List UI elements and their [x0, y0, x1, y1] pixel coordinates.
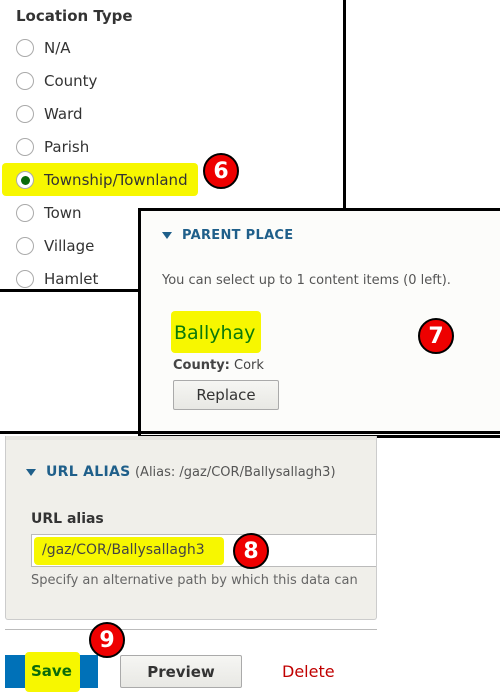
divider: [5, 629, 377, 630]
triangle-down-icon: [26, 468, 36, 476]
radio-circle[interactable]: [16, 270, 34, 288]
save-button[interactable]: Save: [5, 652, 98, 692]
radio-label: Village: [44, 237, 95, 255]
radio-label: Township/Townland: [44, 171, 188, 189]
step-badge-7: 7: [418, 318, 454, 354]
parent-place-toggle[interactable]: PARENT PLACE: [162, 228, 293, 243]
divider: [0, 431, 500, 434]
radio-village[interactable]: Village: [16, 234, 94, 258]
url-alias-input[interactable]: /gaz/COR/Ballysallagh3: [31, 534, 376, 567]
delete-link[interactable]: Delete: [282, 662, 335, 681]
county-label: County:: [173, 358, 230, 373]
url-alias-value: /gaz/COR/Ballysallagh3: [42, 542, 205, 558]
radio-circle[interactable]: [16, 237, 34, 255]
url-alias-description: Specify an alternative path by which thi…: [31, 573, 358, 588]
step-badge-6: 6: [203, 153, 239, 189]
radio-parish[interactable]: Parish: [16, 135, 89, 159]
url-alias-panel: URL ALIAS (Alias: /gaz/COR/Ballysallagh3…: [5, 436, 377, 620]
radio-label: Parish: [44, 138, 90, 156]
preview-button[interactable]: Preview: [120, 655, 242, 688]
radio-circle[interactable]: [16, 39, 34, 57]
triangle-down-icon: [162, 232, 172, 239]
radio-county[interactable]: County: [16, 69, 97, 93]
radio-ward[interactable]: Ward: [16, 102, 83, 126]
radio-na[interactable]: N/A: [16, 36, 71, 60]
replace-button[interactable]: Replace: [173, 380, 279, 410]
url-alias-label: URL alias: [31, 511, 104, 527]
selection-hint: You can select up to 1 content items (0 …: [162, 273, 451, 288]
section-title: PARENT PLACE: [182, 228, 294, 243]
radio-label: Town: [44, 204, 82, 222]
radio-circle[interactable]: [16, 105, 34, 123]
step-badge-8: 8: [233, 533, 269, 569]
parent-place-panel: PARENT PLACE You can select up to 1 cont…: [138, 208, 500, 438]
radio-township-townland[interactable]: Township/Townland: [16, 168, 188, 192]
radio-circle-selected[interactable]: [16, 171, 34, 189]
section-summary: (Alias: /gaz/COR/Ballysallagh3): [134, 465, 336, 480]
radio-label: N/A: [44, 39, 71, 57]
county-info: County: Cork: [173, 358, 264, 373]
section-title: URL ALIAS: [46, 464, 131, 480]
radio-circle[interactable]: [16, 204, 34, 222]
url-alias-toggle[interactable]: URL ALIAS (Alias: /gaz/COR/Ballysallagh3…: [26, 464, 336, 480]
radio-label: Hamlet: [44, 270, 99, 288]
radio-circle[interactable]: [16, 72, 34, 90]
radio-circle[interactable]: [16, 138, 34, 156]
radio-hamlet[interactable]: Hamlet: [16, 267, 98, 291]
county-value: Cork: [234, 358, 264, 373]
step-badge-9: 9: [89, 622, 125, 658]
radio-town[interactable]: Town: [16, 201, 82, 225]
location-type-label: Location Type: [16, 7, 133, 25]
parent-place-link[interactable]: Ballyhay: [174, 322, 255, 344]
radio-label: County: [44, 72, 98, 90]
save-label: Save: [31, 662, 72, 680]
radio-label: Ward: [44, 105, 83, 123]
